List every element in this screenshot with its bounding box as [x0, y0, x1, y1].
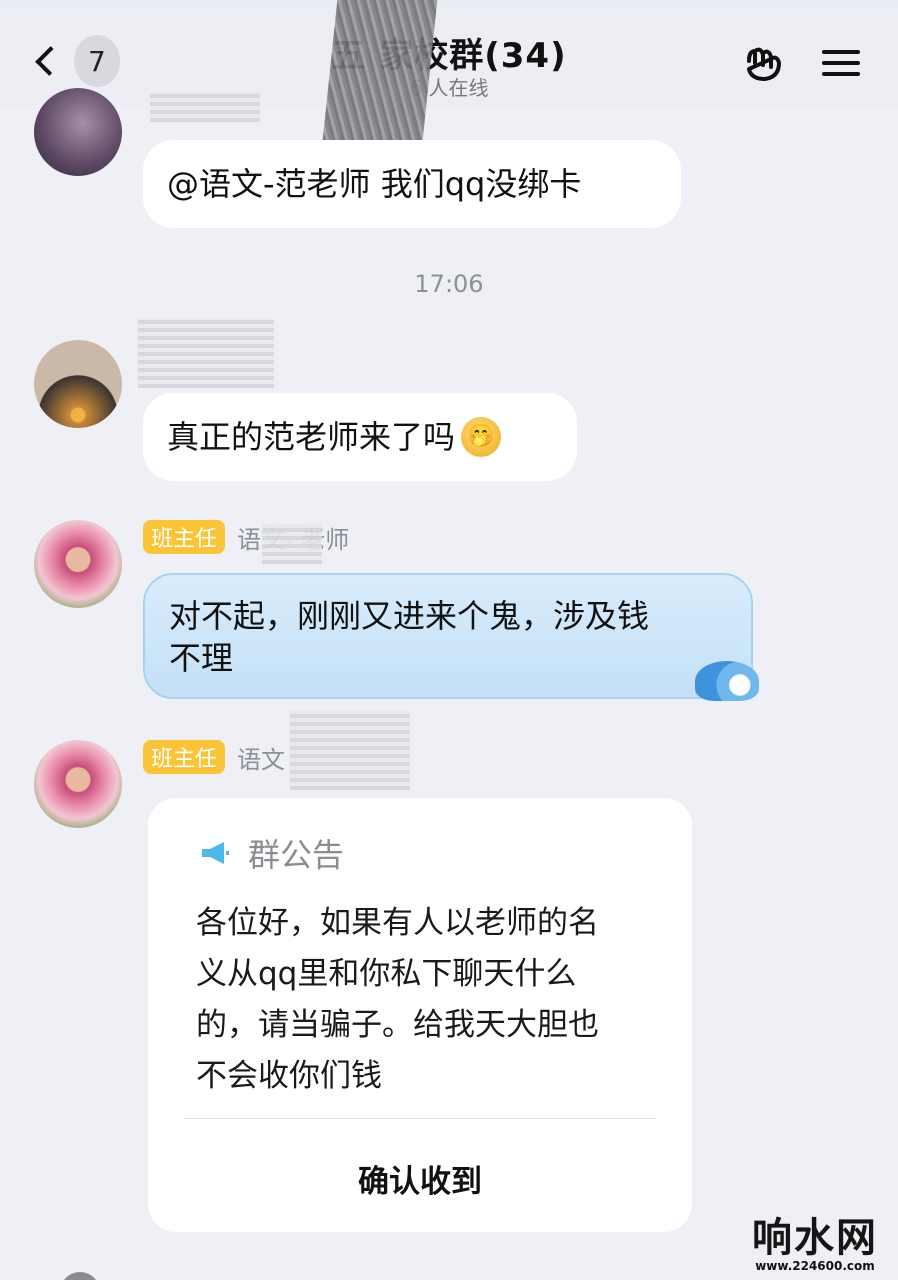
hand-gesture-icon — [747, 47, 781, 81]
role-badge: 班主任 — [143, 520, 226, 554]
message-text: 真正的范老师来了吗 — [167, 418, 456, 456]
watermark-logo: 响水网 — [752, 1214, 878, 1261]
redacted-name — [262, 524, 322, 564]
confirm-received-button[interactable]: 确认收到 — [148, 1138, 692, 1218]
announcement-title: 群公告 — [248, 836, 345, 874]
announcement-header: 群公告 — [200, 830, 344, 876]
hand-over-mouth-emoji-icon: 🤭 — [461, 417, 502, 457]
message-bubble[interactable]: 真正的范老师来了吗 🤭 — [143, 393, 577, 481]
watermark-url: www.224600.com — [755, 1259, 875, 1273]
announcement-card[interactable]: 群公告 各位好，如果有人以老师的名 义从qq里和你私下聊天什么 的，请当骗子。给… — [148, 798, 692, 1232]
avatar[interactable] — [34, 740, 122, 828]
megaphone-icon — [202, 842, 229, 864]
sender-name: 语文 — [237, 745, 286, 774]
status-bar — [0, 0, 898, 8]
announcement-body: 各位好，如果有人以老师的名 义从qq里和你私下聊天什么 的，请当骗子。给我天大胆… — [196, 905, 599, 1094]
role-badge: 班主任 — [143, 740, 226, 774]
hand-gesture-button[interactable] — [738, 38, 788, 88]
avatar[interactable] — [34, 88, 122, 176]
message-bubble[interactable]: @语文-范老师 我们qq没绑卡 — [143, 140, 681, 228]
message-bubble[interactable]: 对不起，刚刚又进来个鬼，涉及钱 不理 — [143, 573, 759, 701]
divider — [184, 1118, 656, 1119]
message-text: @语文-范老师 我们qq没绑卡 — [167, 165, 582, 203]
site-watermark: 响水网 www.224600.com — [740, 1205, 890, 1273]
avatar[interactable] — [34, 340, 122, 428]
redacted-name — [150, 92, 260, 122]
menu-button[interactable] — [816, 38, 866, 88]
message-text: 对不起，刚刚又进来个鬼，涉及钱 不理 — [169, 597, 650, 677]
wave-decoration-icon — [695, 661, 759, 701]
timestamp: 17:06 — [414, 270, 484, 298]
redaction-mask — [322, 0, 438, 140]
redacted-name — [290, 710, 410, 790]
sender-row: 班主任 语文 — [143, 740, 285, 774]
redacted-name — [138, 318, 274, 388]
menu-icon — [822, 43, 860, 83]
avatar — [60, 1272, 100, 1280]
avatar[interactable] — [34, 520, 122, 608]
